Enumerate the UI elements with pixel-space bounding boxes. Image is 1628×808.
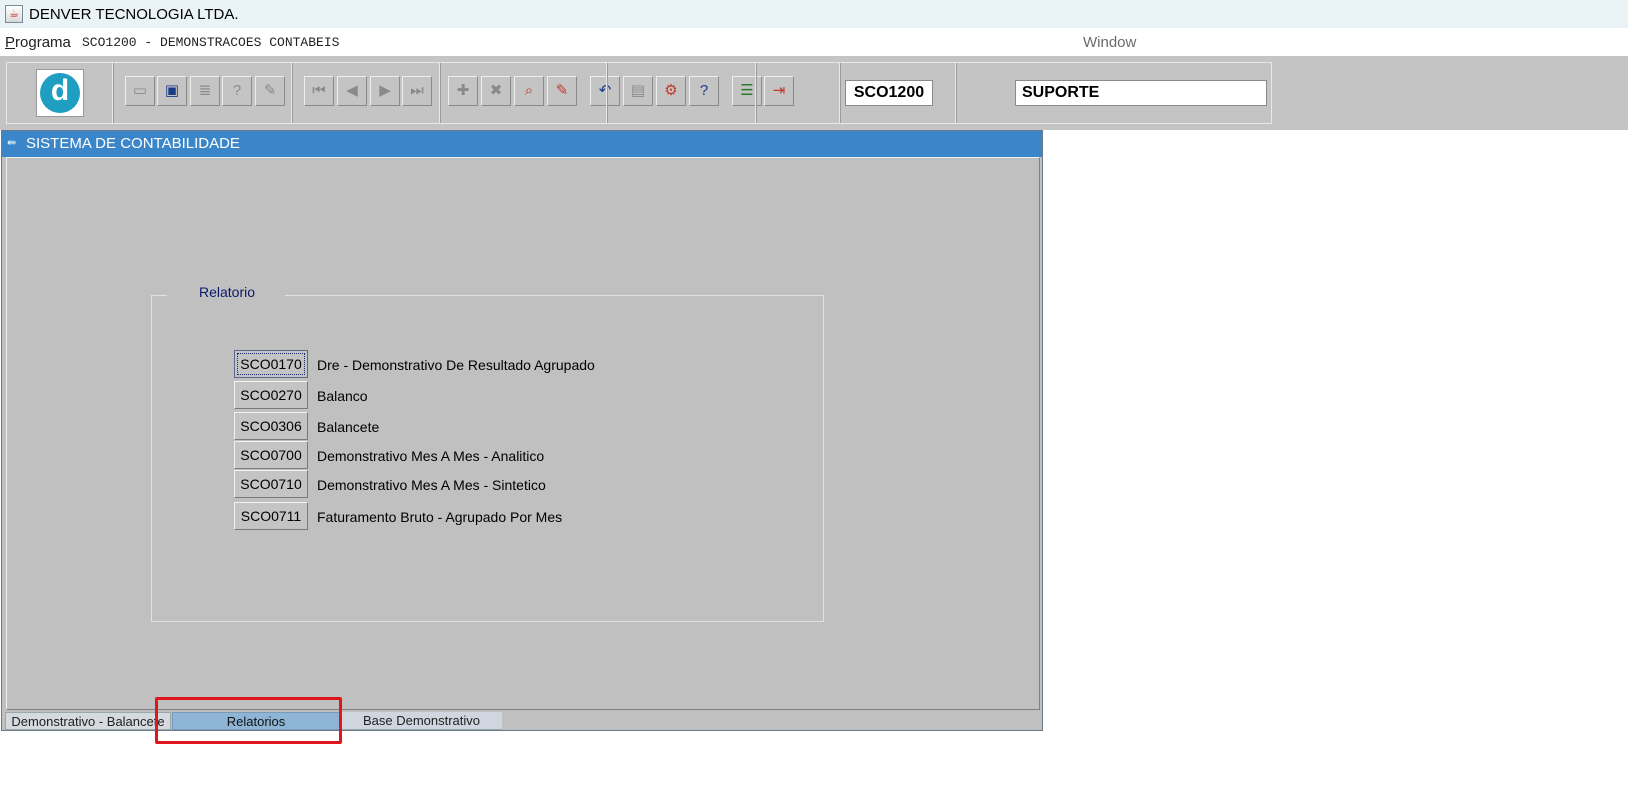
edit-icon: ✎ [263, 82, 277, 99]
report-label: Demonstrativo Mes A Mes - Sintetico [317, 477, 546, 493]
tools-button[interactable]: ⚙ [656, 76, 686, 106]
tools-icon: ⚙ [664, 82, 678, 99]
window-titlebar: ☕ DENVER TECNOLOGIA LTDA. [0, 0, 1628, 28]
next-record-icon: ▶ [379, 82, 391, 99]
highlight-box [155, 697, 342, 744]
clear-icon: ✎ [555, 82, 569, 99]
query-icon: ⌕ [524, 82, 534, 99]
menu-button[interactable]: ☰ [732, 76, 762, 106]
user-field[interactable]: SUPORTE [1015, 80, 1267, 106]
mdi-window-titlebar: ⇚ SISTEMA DE CONTABILIDADE [2, 131, 1042, 157]
program-title: SCO1200 - DEMONSTRACOES CONTABEIS [82, 35, 340, 50]
print-button[interactable]: ≣ [190, 76, 220, 106]
report-button-sco0711[interactable]: SCO0711 [234, 502, 308, 530]
exit-button[interactable]: ⇥ [764, 76, 794, 106]
report-button-sco0170[interactable]: SCO0170 [234, 350, 308, 378]
clipboard-icon: ▤ [630, 82, 646, 99]
prev-record-icon: ◀ [346, 82, 358, 99]
toolbar: d ▭ ▣ ≣? ✎ ⏮ ◀ ▶ ⏭ ✚ ✖ ⌕ ✎ ↶ ▤ ⚙? ☰ ⇥ SCO1200 SUPORTE [6, 62, 1272, 124]
menu-programa[interactable]: Programa [5, 34, 71, 51]
report-label: Dre - Demonstrativo De Resultado Agrupad… [317, 357, 595, 373]
insert-icon: ✚ [456, 82, 470, 99]
insert-button[interactable]: ✚ [448, 76, 478, 106]
undo-icon: ↶ [598, 82, 612, 99]
query-help-button[interactable]: ? [222, 76, 252, 106]
tab-demonstrativo-balancete[interactable]: Demonstrativo - Balancete [5, 712, 171, 730]
report-label: Balancete [317, 419, 380, 435]
screen-button[interactable]: ▣ [157, 76, 187, 106]
program-code-field[interactable]: SCO1200 [845, 80, 933, 106]
last-record-button[interactable]: ⏭ [402, 76, 432, 106]
report-label: Demonstrativo Mes A Mes - Analitico [317, 448, 545, 464]
first-record-icon: ⏮ [312, 82, 326, 99]
delete-button[interactable]: ✖ [481, 76, 511, 106]
report-button-sco0270[interactable]: SCO0270 [234, 381, 308, 409]
undo-button[interactable]: ↶ [590, 76, 620, 106]
mdi-window: ⇚ SISTEMA DE CONTABILIDADE Relatorio SCO… [1, 130, 1043, 731]
menubar: Programa SCO1200 - DEMONSTRACOES CONTABE… [0, 28, 1628, 56]
window-title: DENVER TECNOLOGIA LTDA. [29, 5, 239, 23]
query-help-icon: ? [232, 82, 242, 99]
form-canvas: Relatorio SCO0170 Dre - Demonstrativo De … [6, 157, 1040, 710]
java-app-icon: ☕ [5, 5, 23, 23]
report-button-sco0700[interactable]: SCO0700 [234, 441, 308, 469]
report-button-sco0710[interactable]: SCO0710 [234, 470, 308, 498]
clear-button[interactable]: ✎ [547, 76, 577, 106]
save-icon: ▭ [132, 82, 148, 99]
menu-icon: ☰ [740, 82, 754, 99]
edit-button[interactable]: ✎ [255, 76, 285, 106]
menu-window[interactable]: Window [1083, 34, 1136, 51]
denver-logo: d [36, 69, 84, 117]
window-menu-icon[interactable]: ⇚ [7, 137, 19, 149]
report-label: Balanco [317, 388, 368, 404]
last-record-icon: ⏭ [410, 82, 424, 99]
report-button-sco0306[interactable]: SCO0306 [234, 412, 308, 440]
first-record-button[interactable]: ⏮ [304, 76, 334, 106]
query-button[interactable]: ⌕ [514, 76, 544, 106]
mdi-window-title: SISTEMA DE CONTABILIDADE [26, 135, 240, 152]
exit-icon: ⇥ [772, 82, 786, 99]
tab-base-demonstrativo[interactable]: Base Demonstrativo [341, 712, 502, 730]
clipboard-button[interactable]: ▤ [623, 76, 653, 106]
screen-icon: ▣ [164, 82, 180, 99]
help-button[interactable]: ? [689, 76, 719, 106]
prev-record-button[interactable]: ◀ [337, 76, 367, 106]
next-record-button[interactable]: ▶ [370, 76, 400, 106]
print-icon: ≣ [198, 82, 212, 99]
save-button[interactable]: ▭ [125, 76, 155, 106]
frame-title: Relatorio [167, 284, 286, 300]
delete-icon: ✖ [489, 82, 503, 99]
help-icon: ? [699, 82, 709, 99]
report-label: Faturamento Bruto - Agrupado Por Mes [317, 509, 563, 525]
